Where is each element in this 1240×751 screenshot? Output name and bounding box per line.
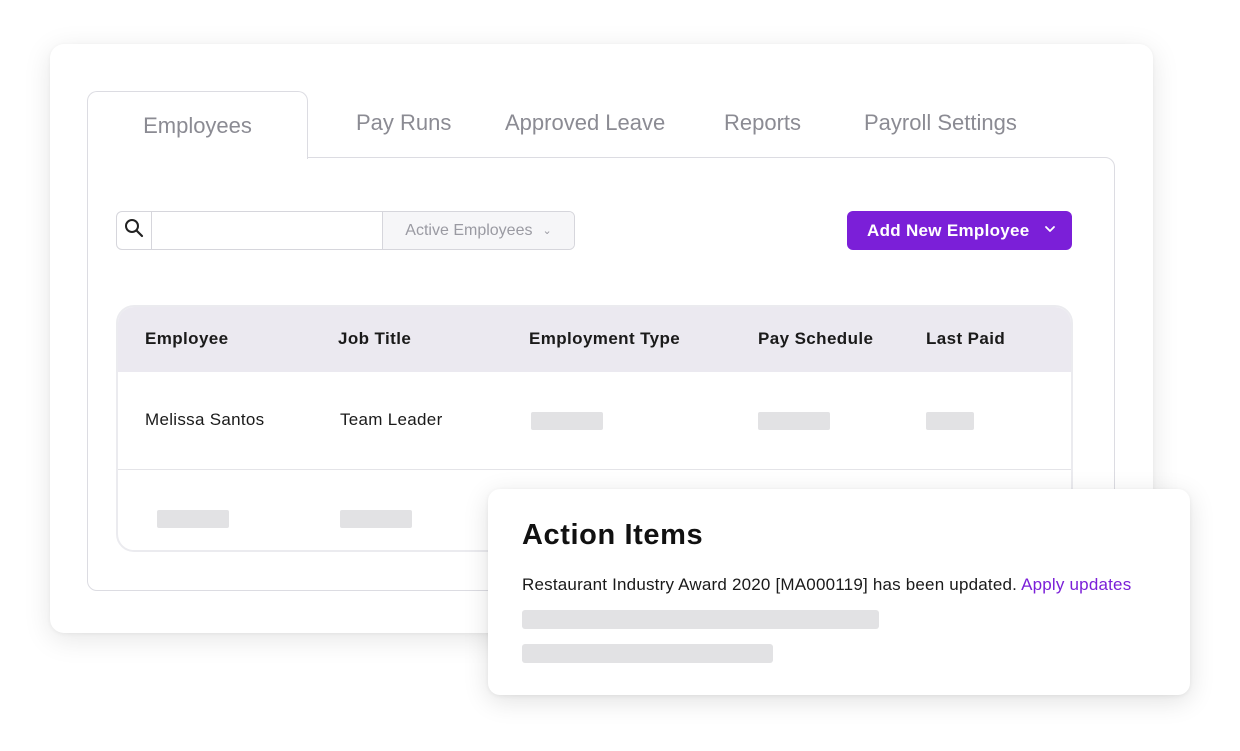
tab-pay-runs[interactable]: Pay Runs <box>356 110 451 136</box>
column-header-employment-type[interactable]: Employment Type <box>529 329 680 349</box>
search-icon <box>124 218 144 243</box>
filter-selected-label: Active Employees <box>405 221 533 239</box>
action-item-text: Restaurant Industry Award 2020 [MA000119… <box>522 575 1022 594</box>
tab-reports[interactable]: Reports <box>724 110 801 136</box>
search-bar: Active Employees ⌄ <box>116 211 575 250</box>
column-header-pay-schedule[interactable]: Pay Schedule <box>758 329 873 349</box>
chevron-down-icon[interactable] <box>1044 223 1056 238</box>
last-paid-placeholder <box>926 412 974 430</box>
tab-pay-runs-label: Pay Runs <box>356 110 452 135</box>
tab-approved-leave-label: Approved Leave <box>505 110 666 135</box>
search-button[interactable] <box>117 212 152 249</box>
table-header: Employee Job Title Employment Type Pay S… <box>118 307 1071 372</box>
action-items-title: Action Items <box>522 519 704 551</box>
tab-employees[interactable]: Employees <box>87 91 308 159</box>
action-items-card: Action Items Restaurant Industry Award 2… <box>488 489 1190 695</box>
employee-status-filter[interactable]: Active Employees ⌄ <box>383 212 574 249</box>
tab-payroll-settings[interactable]: Payroll Settings <box>864 110 1017 136</box>
tab-payroll-settings-label: Payroll Settings <box>864 110 1017 135</box>
add-new-employee-button[interactable]: Add New Employee <box>847 211 1072 250</box>
employee-placeholder <box>157 510 229 528</box>
column-header-employee[interactable]: Employee <box>145 329 229 349</box>
pay-schedule-placeholder <box>758 412 830 430</box>
column-header-last-paid[interactable]: Last Paid <box>926 329 1005 349</box>
action-item-message: Restaurant Industry Award 2020 [MA000119… <box>522 575 1131 595</box>
employment-type-placeholder <box>531 412 603 430</box>
column-header-job-title[interactable]: Job Title <box>338 329 411 349</box>
tab-employees-label: Employees <box>143 112 252 138</box>
row-divider <box>118 469 1071 470</box>
tab-reports-label: Reports <box>724 110 802 135</box>
job-title: Team Leader <box>340 410 443 429</box>
action-item-placeholder <box>522 610 879 629</box>
tab-approved-leave[interactable]: Approved Leave <box>505 110 665 136</box>
add-new-employee-label: Add New Employee <box>867 220 1030 240</box>
action-item-placeholder <box>522 644 773 663</box>
search-input[interactable] <box>152 212 383 249</box>
job-title-placeholder <box>340 510 412 528</box>
apply-updates-link[interactable]: Apply updates <box>1021 575 1131 594</box>
employee-name[interactable]: Melissa Santos <box>145 410 264 430</box>
chevron-down-icon: ⌄ <box>542 225 552 237</box>
